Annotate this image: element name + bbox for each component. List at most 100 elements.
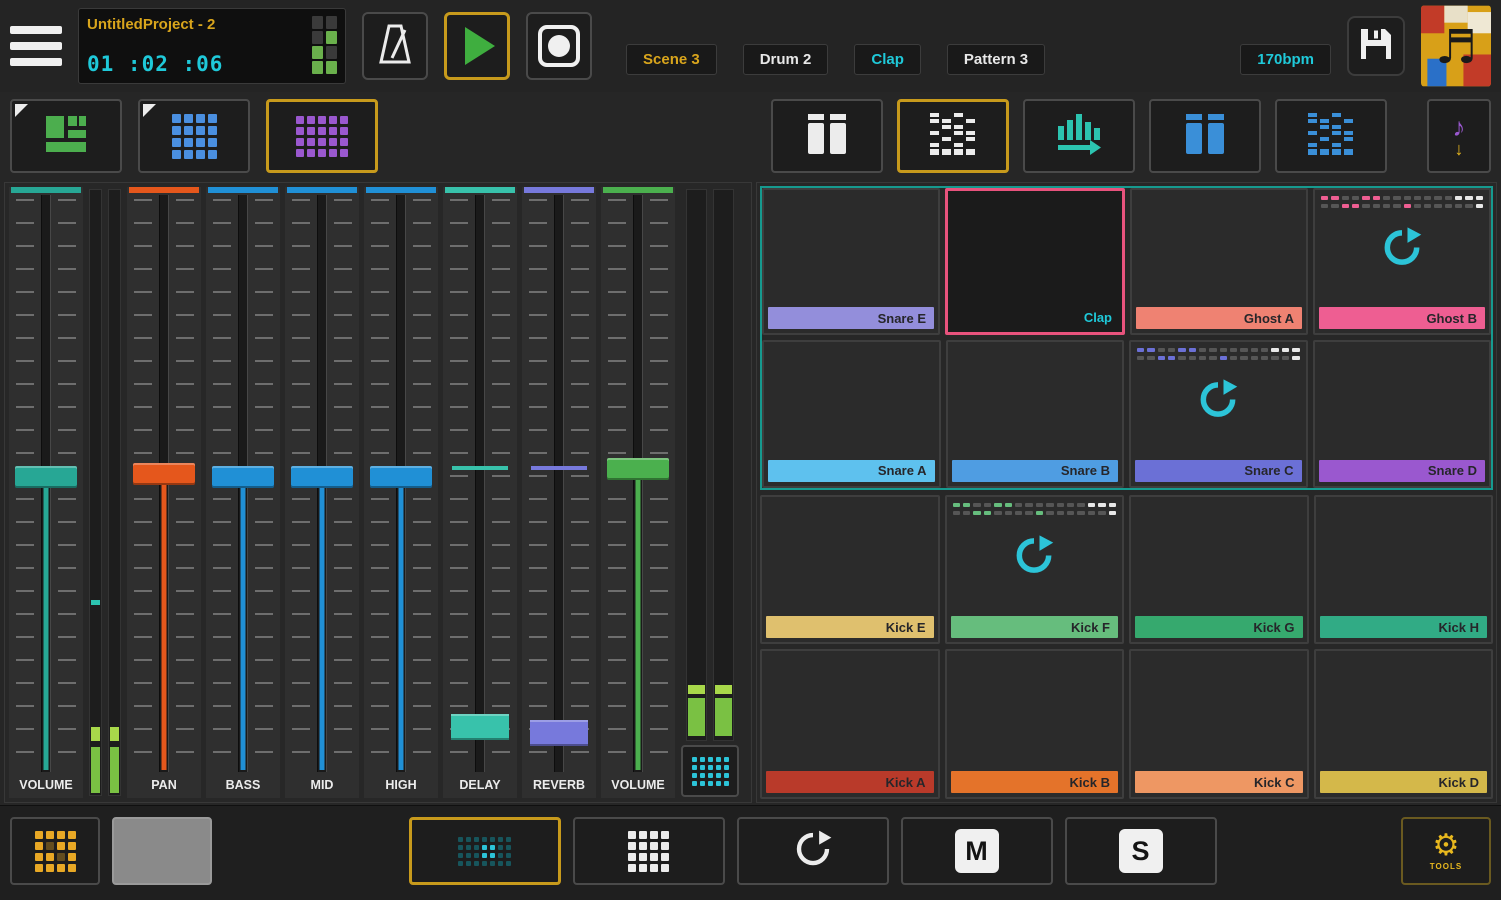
- pad-kick-f[interactable]: Kick F: [945, 495, 1125, 645]
- retrigger-button[interactable]: [737, 817, 889, 885]
- mode-step-sequencer-button[interactable]: [897, 99, 1009, 173]
- view-pads-blue-button[interactable]: [138, 99, 250, 173]
- mixer-channel-high[interactable]: HIGH: [364, 187, 438, 798]
- pad-ghost-b[interactable]: Ghost B: [1313, 188, 1491, 335]
- sound-badge[interactable]: Clap: [854, 44, 921, 75]
- fader-handle[interactable]: [451, 714, 509, 740]
- pad-clap[interactable]: Clap: [945, 188, 1125, 335]
- rotate-icon: [792, 828, 834, 875]
- pad-label-bar: Kick G: [1135, 616, 1303, 638]
- pad-snare-c[interactable]: Snare C: [1129, 340, 1308, 487]
- mixer-channel-volume[interactable]: VOLUME: [9, 187, 83, 798]
- pad-row: Kick AKick BKick CKick D: [760, 649, 1493, 799]
- fader-fill: [636, 478, 641, 770]
- midi-tools-button[interactable]: ♪ ↓: [1427, 99, 1491, 173]
- view-scene-button[interactable]: [10, 99, 122, 173]
- pad-label: Kick G: [1253, 620, 1294, 635]
- pad-snare-a[interactable]: Snare A: [762, 340, 941, 487]
- step-sequencer-blue-icon: [1308, 113, 1354, 160]
- pattern-badge[interactable]: Pattern 3: [947, 44, 1045, 75]
- mute-button[interactable]: M: [901, 817, 1053, 885]
- pad-snare-e[interactable]: Snare E: [762, 188, 940, 335]
- mixer-channel-delay[interactable]: DELAY: [443, 187, 517, 798]
- play-icon: [465, 27, 495, 65]
- pad-kick-d[interactable]: Kick D: [1314, 649, 1494, 799]
- project-display[interactable]: UntitledProject - 2 01 :02 :06: [78, 8, 346, 84]
- drum-bank-badge[interactable]: Drum 2: [743, 44, 829, 75]
- pad-grid-button[interactable]: [573, 817, 725, 885]
- scene-badge[interactable]: Scene 3: [626, 44, 717, 75]
- channel-color-cap: [208, 187, 278, 193]
- pad-kick-b[interactable]: Kick B: [945, 649, 1125, 799]
- mode-pads-button[interactable]: [771, 99, 883, 173]
- bpm-display[interactable]: 170bpm: [1240, 44, 1331, 75]
- pad-label: Kick E: [886, 620, 926, 635]
- fader-track[interactable]: [127, 195, 201, 772]
- fader-handle[interactable]: [370, 466, 432, 488]
- mixer-channel-bass[interactable]: BASS: [206, 187, 280, 798]
- fader-handle[interactable]: [607, 458, 669, 480]
- pad-ghost-a[interactable]: Ghost A: [1130, 188, 1308, 335]
- mixer-channel-mid[interactable]: MID: [285, 187, 359, 798]
- mode-step-sequencer-blue-button[interactable]: [1275, 99, 1387, 173]
- pad-grid-nav-button[interactable]: [681, 745, 739, 797]
- fader-track[interactable]: [443, 195, 517, 772]
- view-pads-purple-button[interactable]: [266, 99, 378, 173]
- pad-snare-d[interactable]: Snare D: [1313, 340, 1492, 487]
- menu-icon[interactable]: [10, 26, 62, 66]
- transport-time: 01 :02 :06: [87, 52, 299, 76]
- fader-center-marker: [531, 466, 587, 470]
- pad-label: Snare C: [1244, 463, 1293, 478]
- pad-bank-overview-button[interactable]: [10, 817, 100, 885]
- channel-color-cap: [129, 187, 199, 193]
- channel-color-cap: [524, 187, 594, 193]
- pad-kick-g[interactable]: Kick G: [1129, 495, 1309, 645]
- blue-grid-icon: [172, 114, 217, 159]
- pad-kick-h[interactable]: Kick H: [1314, 495, 1494, 645]
- fader-handle[interactable]: [133, 463, 195, 485]
- mixer-channel-reverb[interactable]: REVERB: [522, 187, 596, 798]
- play-button[interactable]: [444, 12, 510, 80]
- mixer-channel-pan[interactable]: PAN: [127, 187, 201, 798]
- channel-color-cap: [603, 187, 673, 193]
- step-pattern-preview: [1321, 196, 1483, 208]
- loop-icon: [1196, 378, 1240, 427]
- pad-snare-b[interactable]: Snare B: [946, 340, 1125, 487]
- yellow-grid-icon: [35, 831, 76, 872]
- stop-button[interactable]: [526, 12, 592, 80]
- step-sequencer-icon: [930, 113, 976, 160]
- mode-pads-blue-button[interactable]: [1149, 99, 1261, 173]
- fader-fill: [399, 486, 404, 770]
- solo-button[interactable]: S: [1065, 817, 1217, 885]
- fader-fill: [241, 486, 246, 770]
- metronome-button[interactable]: [362, 12, 428, 80]
- fader-track[interactable]: [206, 195, 280, 772]
- pad-label-bar: Snare C: [1135, 460, 1302, 482]
- fader-track[interactable]: [364, 195, 438, 772]
- fader-track[interactable]: [9, 195, 83, 772]
- app-logo[interactable]: ♬: [1421, 5, 1491, 87]
- pad-label: Kick F: [1071, 620, 1110, 635]
- mode-automation-button[interactable]: [1023, 99, 1135, 173]
- fader-track[interactable]: [285, 195, 359, 772]
- fader-track[interactable]: [522, 195, 596, 772]
- pad-kick-c[interactable]: Kick C: [1129, 649, 1309, 799]
- fader-fill: [320, 486, 325, 770]
- save-button[interactable]: [1347, 16, 1405, 76]
- fader-track[interactable]: [601, 195, 675, 772]
- pad-kick-a[interactable]: Kick A: [760, 649, 940, 799]
- pad-kick-e[interactable]: Kick E: [760, 495, 940, 645]
- fader-handle[interactable]: [15, 466, 77, 488]
- tools-button[interactable]: ⚙ TOOLS: [1401, 817, 1491, 885]
- pads-blue-icon: [1183, 114, 1227, 159]
- fader-handle[interactable]: [530, 720, 588, 746]
- pattern-grid-active-button[interactable]: [409, 817, 561, 885]
- purple-grid-icon: [296, 116, 348, 157]
- clef-arrow-icon: ♪ ↓: [1453, 114, 1466, 158]
- blank-slot-button[interactable]: [112, 817, 212, 885]
- pad-label: Clap: [1084, 310, 1112, 325]
- pad-label-bar: Snare B: [952, 460, 1119, 482]
- fader-handle[interactable]: [212, 466, 274, 488]
- fader-handle[interactable]: [291, 466, 353, 488]
- mixer-channel-volume[interactable]: VOLUME: [601, 187, 675, 798]
